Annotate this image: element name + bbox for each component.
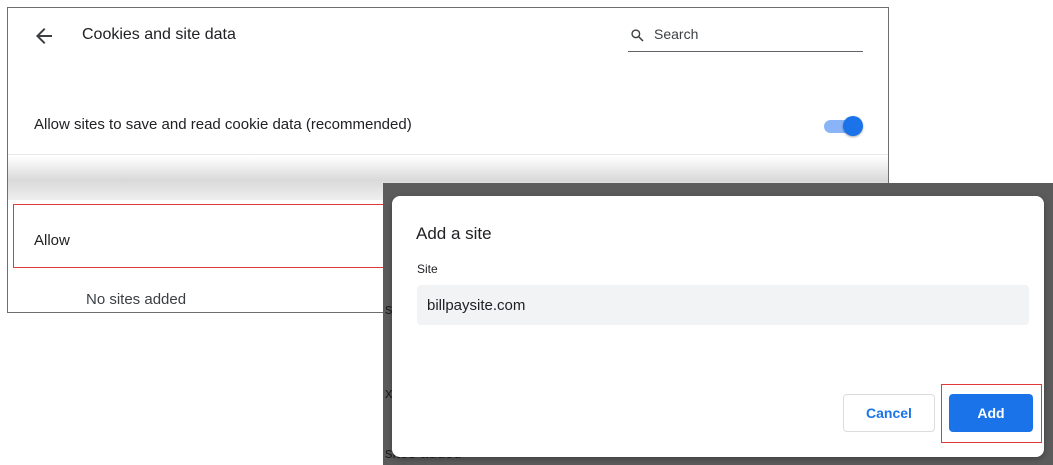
page-header: Cookies and site data Search: [8, 8, 888, 64]
site-input[interactable]: [417, 285, 1029, 325]
toggle-knob: [843, 116, 863, 136]
page-title: Cookies and site data: [82, 26, 236, 43]
site-field-label: Site: [417, 262, 438, 276]
dialog-title: Add a site: [416, 224, 492, 243]
search-icon: [631, 29, 644, 42]
screenshot-stage: Cookies and site data Search Allow sites…: [0, 0, 1053, 465]
allow-section-label: Allow: [34, 232, 70, 249]
add-site-dialog: Add a site Site Cancel Add: [392, 196, 1044, 457]
row-divider: [8, 154, 888, 155]
cancel-button[interactable]: Cancel: [843, 394, 935, 432]
allow-cookies-label: Allow sites to save and read cookie data…: [34, 116, 412, 133]
no-sites-message: No sites added: [86, 291, 187, 308]
search-placeholder: Search: [654, 26, 699, 42]
search-input[interactable]: Search: [628, 24, 863, 52]
add-button[interactable]: Add: [949, 394, 1033, 432]
allow-cookies-row[interactable]: Allow sites to save and read cookie data…: [8, 96, 888, 154]
back-arrow-icon[interactable]: [32, 24, 56, 48]
allow-cookies-toggle[interactable]: [821, 116, 863, 136]
